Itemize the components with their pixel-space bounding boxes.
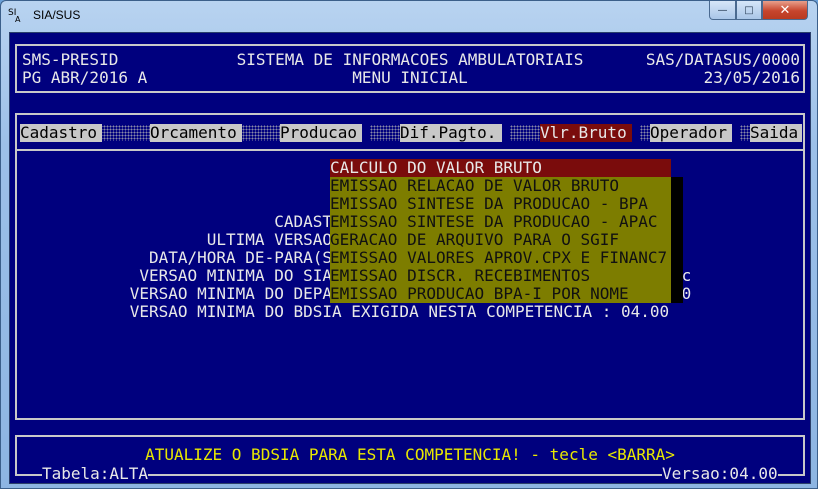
main-frame-right	[803, 149, 805, 420]
info-versao-bdsia-tail: A EXIGIDA NESTA COMPETENCIA : 04.00	[332, 302, 670, 321]
sia-app-icon: SI A	[8, 8, 21, 24]
menu-item-dif-pagto[interactable]: Dif.Pagto.	[400, 124, 502, 142]
maximize-icon: □	[744, 4, 754, 16]
main-frame-bottom	[15, 418, 805, 420]
terminal-console[interactable]: SMS-PRESID PG ABR/2016 A SISTEMA DE INFO…	[9, 32, 811, 484]
main-menu-bar: Cadastro Orcamento Producao Dif.Pagto. V…	[20, 122, 802, 144]
header-right-line1: SAS/DATASUS/0000	[645, 50, 800, 69]
menu-frame-left	[15, 113, 17, 149]
status-frame-top	[15, 435, 805, 437]
menu-item-saida[interactable]: Saida	[750, 124, 802, 142]
main-frame-top	[15, 149, 805, 151]
info-cadastro: CADAST	[274, 212, 332, 231]
header-center-line2: MENU INICIAL	[352, 68, 468, 87]
table-label: Tabela:ALTA	[42, 464, 148, 483]
dropdown-item-discr-recebimentos[interactable]: EMISSAO DISCR. RECEBIMENTOS	[330, 267, 671, 285]
dropdown-item-sintese-apac[interactable]: EMISSAO SINTESE DA PRODUCAO - APAC	[330, 213, 671, 231]
main-frame-left	[15, 149, 17, 420]
info-versao-depa: VERSAO MINIMA DO DEPA	[129, 284, 332, 303]
menu-frame-top	[15, 113, 805, 115]
app-window: SI A SIA/SUS — □ ✕ SMS-PRESID PG ABR/2016…	[0, 0, 818, 489]
maximize-button[interactable]: □	[736, 1, 762, 20]
dropdown-item-sintese-bpa[interactable]: EMISSAO SINTESE DA PRODUCAO - BPA	[330, 195, 671, 213]
menu-item-orcamento[interactable]: Orcamento	[150, 124, 242, 142]
dropdown-shadow	[671, 177, 683, 303]
title-bar[interactable]: SI A SIA/SUS — □ ✕	[1, 1, 817, 31]
header-frame-bottom	[15, 91, 805, 93]
dropdown-item-emissao-relacao[interactable]: EMISSAO RELACAO DE VALOR BRUTO	[330, 177, 671, 195]
header-frame-top	[15, 44, 805, 46]
dropdown-item-arquivo-sgif[interactable]: GERACAO DE ARQUIVO PARA O SGIF	[330, 231, 671, 249]
minimize-button[interactable]: —	[709, 1, 736, 20]
dropdown-item-calculo-valor-bruto[interactable]: CALCULO DO VALOR BRUTO	[330, 159, 671, 177]
dropdown-item-valores-aprov[interactable]: EMISSAO VALORES APROV.CPX E FINANC7	[330, 249, 671, 267]
info-versao-bdsia: VERSAO MINIMA DO BDSI	[129, 302, 332, 321]
menu-frame-right	[803, 113, 805, 149]
close-button[interactable]: ✕	[762, 1, 808, 20]
header-right-line2: 23/05/2016	[703, 68, 800, 87]
menu-item-cadastro[interactable]: Cadastro	[20, 124, 102, 142]
info-ultima-versao: ULTIMA VERSAO	[206, 230, 332, 249]
version-label: Versao:04.00	[662, 464, 778, 483]
info-data-hora: DATA/HORA DE-PARA(S	[148, 248, 332, 267]
menu-item-operador[interactable]: Operador	[650, 124, 732, 142]
menu-item-vlr-bruto[interactable]: Vlr.Bruto	[540, 124, 632, 142]
info-versao-sia: VERSAO MINIMA DO SIA	[139, 266, 332, 285]
menu-item-producao[interactable]: Producao	[280, 124, 362, 142]
window-title: SIA/SUS	[33, 8, 81, 22]
dropdown-item-bpa-i-nome[interactable]: EMISSAO PRODUCAO BPA-I POR NOME	[330, 285, 671, 303]
status-message: ATUALIZE O BDSIA PARA ESTA COMPETENCIA! …	[145, 445, 675, 464]
minimize-icon: —	[717, 4, 728, 16]
close-icon: ✕	[779, 2, 791, 18]
